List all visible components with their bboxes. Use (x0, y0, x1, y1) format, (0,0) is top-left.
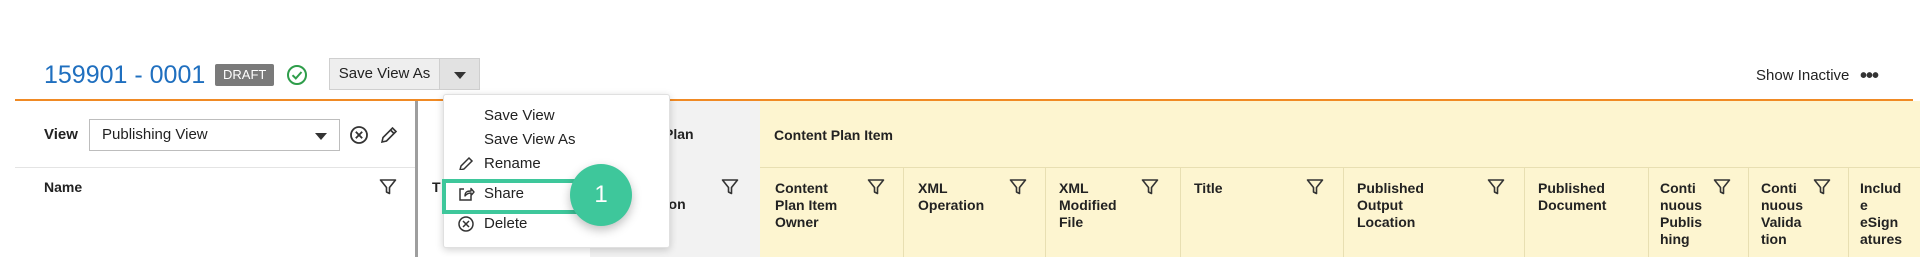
content-plan-item-band (760, 101, 1920, 257)
filter-icon[interactable] (1140, 177, 1160, 197)
column-header[interactable]: Title (1194, 180, 1223, 197)
menu-item-label: Rename (484, 155, 541, 170)
column-header[interactable]: Published Document (1538, 180, 1606, 214)
view-select[interactable]: Publishing View (89, 119, 340, 151)
column-header-line: Content (775, 180, 828, 196)
column-header-line: XML (918, 180, 948, 196)
share-highlight-box (442, 179, 585, 214)
column-header-line: Location (1357, 214, 1416, 230)
column-header[interactable]: XML Operation (918, 180, 984, 214)
column-divider (1848, 168, 1849, 257)
filter-icon[interactable] (1486, 177, 1506, 197)
column-header-line: File (1059, 214, 1084, 230)
column-header-line: Published (1538, 180, 1605, 196)
column-divider (1045, 168, 1046, 257)
menu-item-save-view-as[interactable]: Save View As (484, 131, 575, 148)
column-header-line: Plan Item (775, 197, 838, 213)
t-column-header[interactable]: T (432, 179, 441, 195)
filter-icon[interactable] (1712, 177, 1732, 197)
column-header[interactable]: Published Output Location (1357, 180, 1424, 231)
view-label: View (44, 126, 78, 143)
column-header-line: Includ (1860, 180, 1902, 196)
column-divider (903, 168, 904, 257)
column-header-line: Published (1357, 180, 1424, 196)
column-divider (1180, 168, 1181, 257)
record-id-link[interactable]: 159901 - 0001 (44, 60, 205, 90)
step-number-badge: 1 (570, 164, 632, 226)
column-divider (1648, 168, 1649, 257)
column-header[interactable]: Conti nuous Valida tion (1761, 180, 1803, 248)
column-header-line: Valida (1761, 214, 1802, 230)
column-divider (1524, 168, 1525, 257)
pencil-icon[interactable] (378, 124, 400, 146)
content-plan-item-separator (760, 167, 1920, 168)
column-header[interactable]: Content Plan Item Owner (775, 180, 837, 231)
column-header-line: eSign (1860, 214, 1899, 230)
column-header-line: Owner (775, 214, 819, 230)
column-divider (1748, 168, 1749, 257)
column-divider (1343, 168, 1344, 257)
column-header-line: atures (1860, 231, 1903, 247)
column-header-line: Conti (1660, 180, 1696, 196)
left-panel-separator (15, 167, 415, 168)
column-header-line: nuous (1761, 197, 1803, 213)
panel-resize-handle[interactable] (415, 101, 418, 257)
column-header-line: e (1860, 197, 1868, 213)
delete-circle-icon (457, 215, 475, 233)
menu-item-save-view[interactable]: Save View (484, 107, 555, 124)
filter-icon[interactable] (1812, 177, 1832, 197)
filter-icon[interactable] (720, 177, 740, 197)
column-header-line: tion (1761, 231, 1787, 247)
save-view-dropdown-toggle[interactable] (440, 58, 480, 90)
column-header-line: XML (1059, 180, 1089, 196)
column-header[interactable]: Includ e eSign atures (1860, 180, 1902, 248)
content-plan-item-group-header: Content Plan Item (774, 127, 894, 143)
save-view-menu: Save View Save View As Rename Share Dele… (443, 94, 670, 248)
column-header-line: Operation (918, 197, 985, 213)
menu-item-rename[interactable]: Rename (444, 155, 669, 170)
menu-item-delete[interactable]: Delete (444, 214, 669, 236)
pencil-icon (457, 155, 475, 170)
column-header-line: Output (1357, 197, 1403, 213)
filter-icon[interactable] (1305, 177, 1325, 197)
name-column-header[interactable]: Name (44, 179, 82, 195)
menu-item-label: Delete (484, 215, 528, 232)
column-header-line: Modified (1059, 197, 1117, 213)
status-badge: DRAFT (215, 64, 275, 86)
check-circle-icon (286, 64, 308, 86)
column-header-line: Title (1194, 180, 1223, 196)
column-header[interactable]: XML Modified File (1059, 180, 1117, 231)
column-header-line: nuous (1660, 197, 1702, 213)
filter-icon[interactable] (1008, 177, 1028, 197)
more-options-icon[interactable]: ••• (1860, 66, 1884, 86)
column-header-line: Publis (1660, 214, 1703, 230)
column-header[interactable]: Conti nuous Publis hing (1660, 180, 1702, 248)
filter-icon[interactable] (378, 177, 398, 197)
column-header-line: Conti (1761, 180, 1797, 196)
save-view-as-button[interactable]: Save View As (329, 58, 440, 90)
column-header-line: Document (1538, 197, 1607, 213)
clear-circle-icon[interactable] (349, 125, 369, 145)
filter-icon[interactable] (866, 177, 886, 197)
show-inactive-link[interactable]: Show Inactive (1756, 67, 1849, 84)
column-header-line: hing (1660, 231, 1690, 247)
